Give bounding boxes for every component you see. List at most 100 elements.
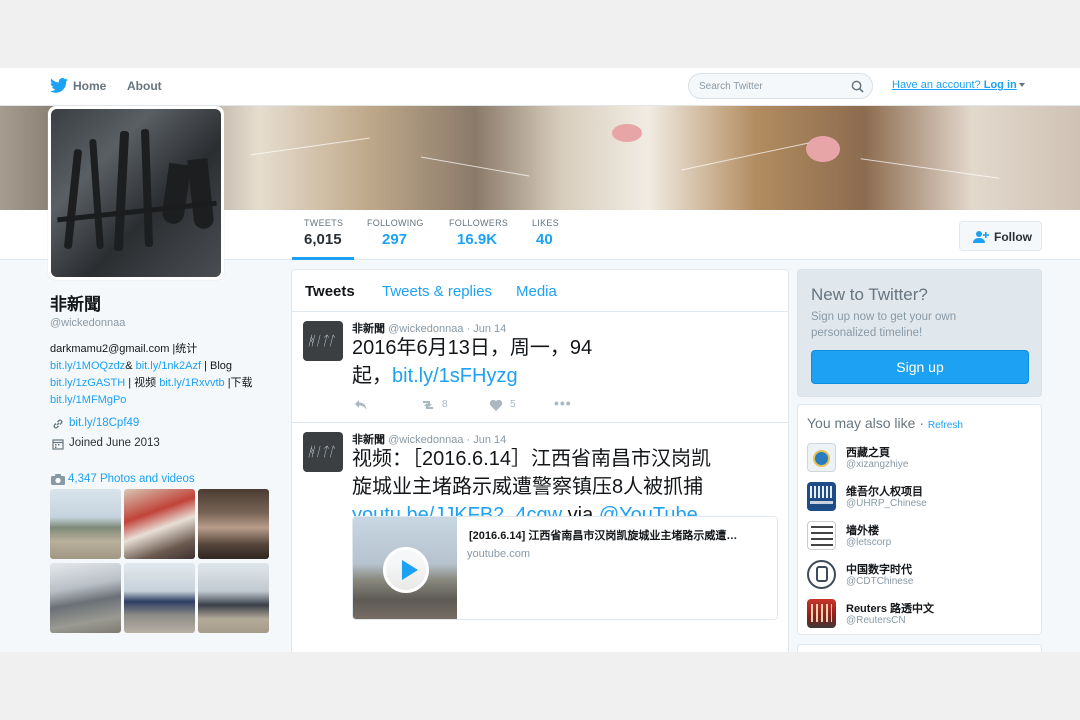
suggested-account[interactable]: 墙外楼 @letscorp — [807, 521, 1037, 555]
account-handle[interactable]: @CDTChinese — [846, 576, 913, 587]
tab-tweets[interactable]: Tweets — [305, 283, 355, 300]
profile-meta: bit.ly/18Cpf49 Joined June 2013 — [50, 415, 280, 455]
login-prefix[interactable]: Have an account? — [892, 79, 981, 91]
photo-thumbnail[interactable] — [124, 563, 195, 633]
bio-link[interactable]: bit.ly/1MOQzdz — [50, 360, 125, 372]
account-avatar[interactable] — [807, 521, 836, 550]
camera-icon — [51, 474, 65, 485]
cat-nose-decoration — [806, 136, 840, 162]
stat-following[interactable]: FOLLOWING 297 — [367, 218, 424, 248]
search-placeholder[interactable]: Search Twitter — [699, 81, 763, 92]
account-handle[interactable]: @letscorp — [846, 537, 891, 548]
chevron-down-icon[interactable] — [1018, 83, 1025, 88]
stat-tweets[interactable]: TWEETS 6,015 — [304, 218, 343, 248]
tweet-text-fragment: 起， — [352, 365, 392, 387]
tweet-item[interactable]: ᚻᛁᛏᛚ 非新聞 @wickedonnaa · Jun 14 2016年6月13… — [292, 312, 788, 423]
tab-media[interactable]: Media — [516, 283, 557, 300]
more-options-icon[interactable]: ••• — [554, 395, 572, 411]
reply-icon[interactable] — [354, 398, 368, 412]
account-avatar[interactable] — [807, 560, 836, 589]
account-name[interactable]: 中国数字时代 — [846, 561, 912, 577]
signup-button[interactable]: Sign up — [811, 350, 1029, 384]
photo-thumbnail[interactable] — [50, 489, 121, 559]
nav-home-link[interactable]: Home — [73, 79, 106, 93]
search-icon[interactable] — [851, 80, 864, 93]
photo-thumbnail[interactable] — [198, 563, 269, 633]
refresh-link[interactable]: Refresh — [928, 420, 963, 431]
building-icon — [810, 486, 833, 498]
tweet-avatar[interactable]: ᚻᛁᛏᛚ — [303, 432, 343, 472]
account-handle[interactable]: @xizangzhiye — [846, 459, 908, 470]
bio-text: | Blog — [201, 360, 233, 372]
tweet-text: 2016年6月13日，周一，94 起，bit.ly/1sFHyzg — [352, 334, 782, 390]
video-thumbnail[interactable] — [353, 517, 457, 619]
account-handle[interactable]: @UHRP_Chinese — [846, 498, 927, 509]
tweet-link[interactable]: bit.ly/1sFHyzg — [392, 365, 518, 387]
follow-button[interactable]: Follow — [959, 221, 1042, 251]
bio-link[interactable]: bit.ly/1MFMgPo — [50, 394, 126, 406]
knife-shape — [63, 148, 83, 250]
account-handle[interactable]: @ReutersCN — [846, 615, 906, 626]
tweet-text-line: 2016年6月13日，周一，94 — [352, 337, 593, 359]
account-avatar[interactable] — [807, 443, 836, 472]
profile-website[interactable]: bit.ly/18Cpf49 — [50, 415, 280, 435]
tweet-text-line: 视频：［2016.6.14］江西省南昌市汉岗凯 — [352, 448, 711, 470]
joined-date: Joined June 2013 — [69, 437, 160, 449]
account-name[interactable]: 维吾尔人权项目 — [846, 483, 923, 499]
tab-tweets-and-replies[interactable]: Tweets & replies — [382, 283, 492, 300]
nav-about-link[interactable]: About — [127, 79, 162, 93]
photos-count[interactable]: 4,347 Photos and videos — [68, 473, 195, 485]
account-name[interactable]: 西藏之頁 — [846, 444, 890, 460]
login-link[interactable]: Have an account? Log in — [892, 79, 1025, 91]
heart-icon[interactable] — [489, 398, 503, 412]
bio-line: bit.ly/1MFMgPo — [50, 392, 280, 409]
banner-strip — [810, 501, 833, 504]
retweet-icon[interactable] — [420, 398, 436, 412]
bio-line: bit.ly/1zGASTH | 视频 bit.ly/1Rxvvtb |下载 — [50, 375, 280, 392]
signup-module: New to Twitter? Sign up now to get your … — [797, 269, 1042, 397]
twitter-bird-icon[interactable] — [50, 78, 68, 93]
card-title[interactable]: [2016.6.14] 江西省南昌市汉岗凯旋城业主堵路示威遭… — [469, 527, 775, 543]
play-icon[interactable] — [383, 547, 429, 593]
stat-followers[interactable]: FOLLOWERS 16.9K — [449, 218, 508, 248]
reuters-image-icon — [811, 604, 832, 622]
suggested-account[interactable]: Reuters 路透中文 @ReutersCN — [807, 599, 1037, 633]
tweet-timeline: Tweets Tweets & replies Media ᚻᛁᛏᛚ 非新聞 @… — [291, 269, 789, 652]
login-label[interactable]: Log in — [984, 79, 1017, 91]
whisker-decoration — [681, 142, 809, 171]
profile-handle[interactable]: @wickedonnaa — [50, 317, 280, 329]
tweet-text-line: 旋城业主堵路示威遭警察镇压8人被抓捕 — [352, 476, 704, 498]
who-to-follow-header: You may also like · Refresh — [807, 415, 963, 431]
photo-thumbnail[interactable] — [124, 489, 195, 559]
bio-link[interactable]: bit.ly/1zGASTH — [50, 377, 125, 389]
stat-label: FOLLOWING — [367, 218, 424, 228]
account-avatar[interactable] — [807, 482, 836, 511]
who-to-follow-title: You may also like — [807, 415, 916, 431]
suggested-account[interactable]: 维吾尔人权项目 @UHRP_Chinese — [807, 482, 1037, 516]
tweet-avatar[interactable]: ᚻᛁᛏᛚ — [303, 321, 343, 361]
photos-and-videos-link[interactable]: 4,347 Photos and videos — [50, 473, 280, 489]
stat-likes[interactable]: LIKES 40 — [532, 218, 559, 248]
search-field[interactable]: Search Twitter — [688, 73, 873, 99]
bio-link[interactable]: bit.ly/1Rxvvtb — [159, 377, 224, 389]
profile-avatar[interactable] — [48, 106, 224, 280]
bio-link[interactable]: bit.ly/1nk2Azf — [136, 360, 201, 372]
photo-thumbnail[interactable] — [50, 563, 121, 633]
website-link[interactable]: bit.ly/18Cpf49 — [69, 417, 139, 429]
account-name[interactable]: 墙外楼 — [846, 522, 879, 538]
account-name[interactable]: Reuters 路透中文 — [846, 600, 934, 616]
knife-shape — [89, 138, 104, 250]
stat-value: 297 — [382, 231, 408, 248]
active-stat-underline — [292, 257, 354, 260]
add-user-icon — [973, 231, 989, 243]
twitter-profile-page: Home About Search Twitter Have an accoun… — [0, 68, 1080, 652]
suggested-account[interactable]: 中国数字时代 @CDTChinese — [807, 560, 1037, 594]
top-navigation-bar: Home About Search Twitter Have an accoun… — [0, 68, 1080, 106]
video-link-card[interactable]: [2016.6.14] 江西省南昌市汉岗凯旋城业主堵路示威遭… youtube.… — [352, 516, 778, 620]
whisker-decoration — [860, 158, 1000, 179]
photo-thumbnail[interactable] — [198, 489, 269, 559]
knife-shape — [140, 128, 154, 248]
account-avatar[interactable] — [807, 599, 836, 628]
suggested-account[interactable]: 西藏之頁 @xizangzhiye — [807, 443, 1037, 477]
profile-name[interactable]: 非新聞 — [50, 290, 280, 315]
